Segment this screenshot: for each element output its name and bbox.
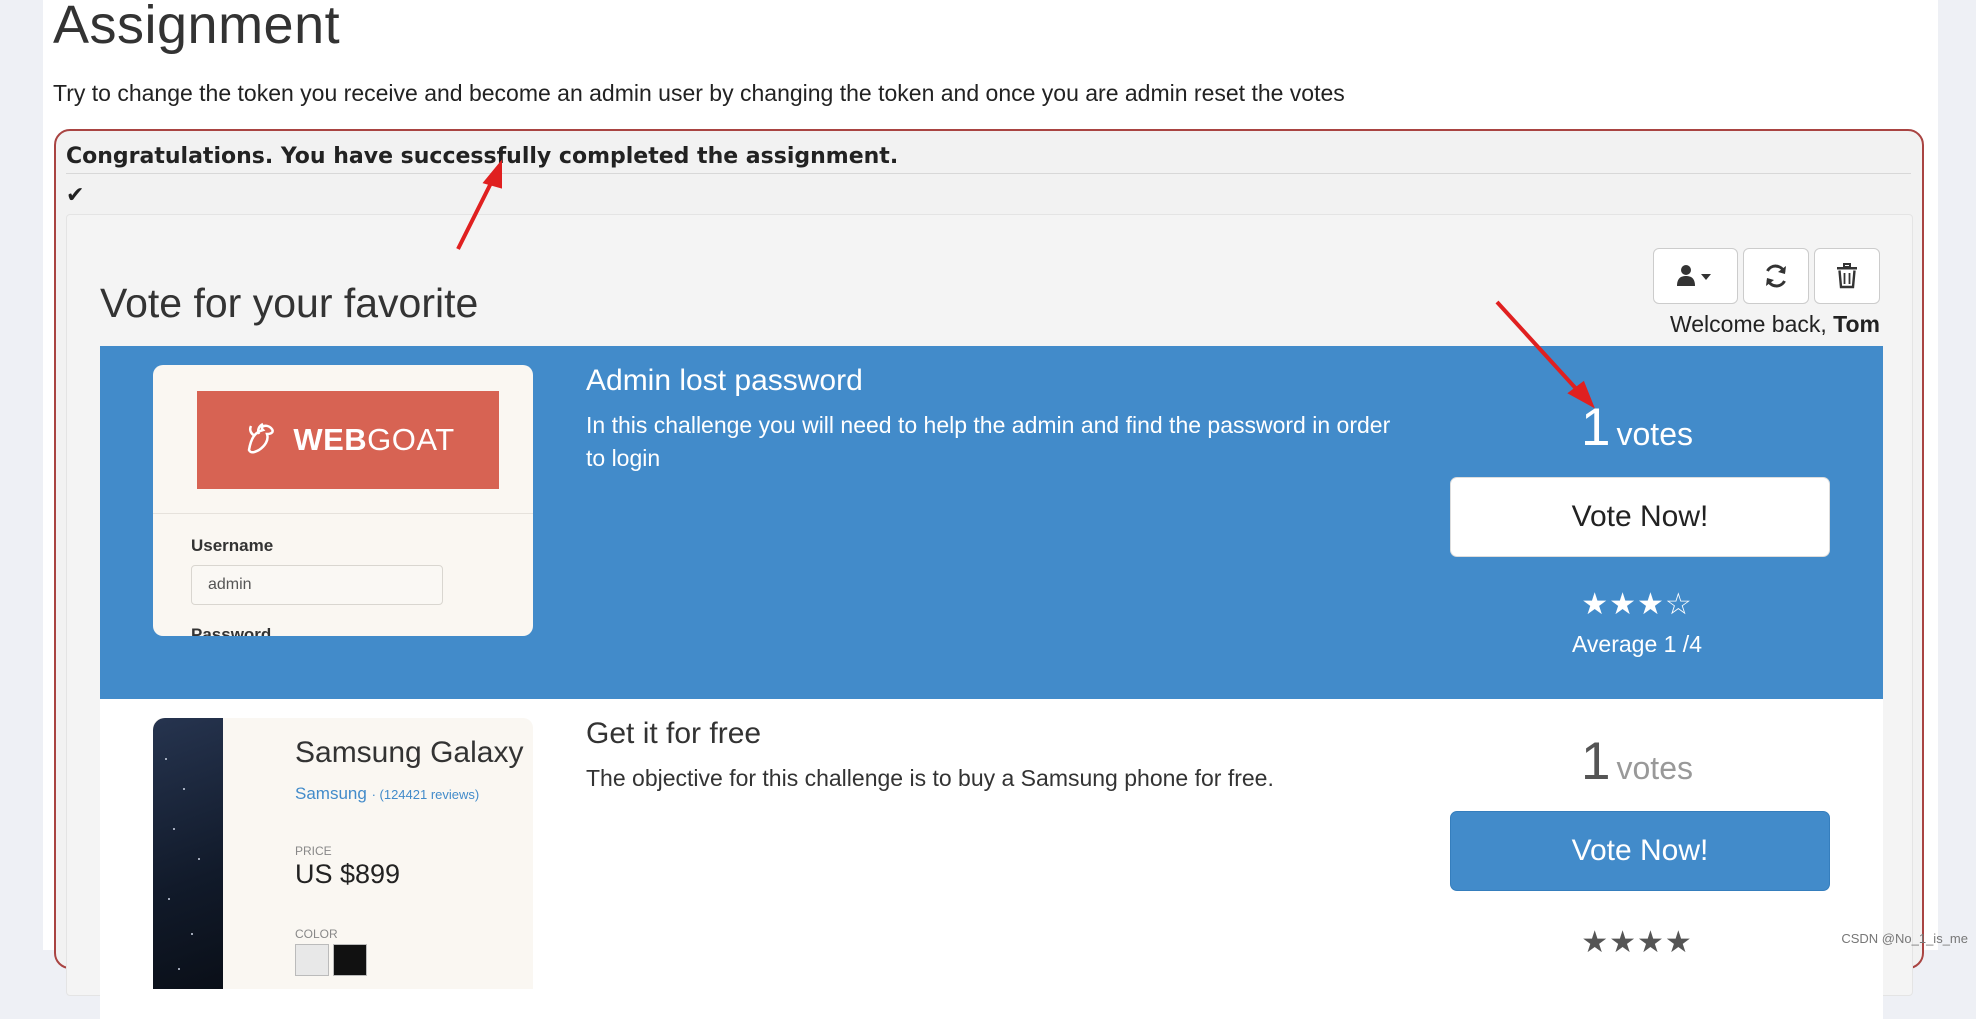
voting-title: Vote for your favorite [100,280,479,326]
challenge-row-admin-lost-password[interactable]: WEB GOAT Username admin Password Admin lo… [100,346,1883,699]
color-label: COLOR [295,927,338,941]
color-swatch-black [333,944,367,976]
product-title: Samsung Galaxy [295,736,524,769]
logo-goat-text: GOAT [367,422,455,457]
vote-now-button[interactable]: Vote Now! [1450,477,1830,557]
attack-container: Congratulations. You have successfully c… [54,129,1924,1019]
price-label: PRICE [295,844,332,858]
star-rating: ★★★★ [1581,926,1693,959]
vote-count-number: 1 [1581,732,1611,791]
challenge-description: In this challenge you will need to help … [586,412,1391,471]
thumb-username-label: Username [191,536,274,555]
refresh-icon [1766,264,1786,288]
webgoat-logo: WEB GOAT [197,391,499,489]
challenge-thumbnail: Samsung Galaxy Samsung · (124421 reviews… [153,718,533,989]
check-icon: ✔ [66,182,85,207]
brand-name: Samsung [295,784,367,803]
refresh-button[interactable] [1743,248,1809,304]
thumb-password-label: Password [191,625,272,636]
assignment-description: Try to change the token you receive and … [53,80,1345,106]
thumb-username-field: admin [191,565,443,605]
color-swatch-silver [295,944,329,976]
star-rating: ★★★☆ [1581,588,1693,621]
vote-count: 1 votes [1447,731,1827,792]
voting-toolbar [1653,248,1880,304]
vote-count-label: votes [1616,750,1693,786]
assignment-title: Assignment [53,0,341,55]
vote-count-number: 1 [1581,398,1611,457]
goat-icon [248,422,275,454]
challenge-title: Get it for free [586,717,762,750]
product-brand: Samsung · (124421 reviews) [295,784,479,804]
logo-web-text: WEB [293,422,368,457]
user-icon [1676,265,1711,286]
page: Assignment Try to change the token you r… [43,0,1938,1019]
challenge-title: Admin lost password [586,364,863,397]
user-name: Tom [1833,311,1880,337]
challenge-thumbnail: WEB GOAT Username admin Password [153,365,533,636]
phone-image [153,718,223,989]
voting-panel: Vote for your favorite Welcome back, Tom… [66,214,1913,1019]
challenge-row-get-it-for-free[interactable]: Samsung Galaxy Samsung · (124421 reviews… [100,699,1883,1019]
challenge-description: The objective for this challenge is to b… [586,765,1274,791]
vote-now-button[interactable]: Vote Now! [1450,811,1830,891]
user-dropdown-button[interactable] [1653,248,1738,304]
vote-count: 1 votes [1447,397,1827,458]
vote-count-label: votes [1616,416,1693,452]
welcome-prefix: Welcome back, [1669,311,1834,337]
product-price: US $899 [295,859,401,889]
welcome-message: Welcome back, Tom [1670,311,1880,338]
delete-votes-button[interactable] [1814,248,1880,304]
feedback-message: Congratulations. You have successfully c… [66,144,1911,174]
average-rating: Average 1 /4 [1571,631,1702,657]
watermark: CSDN @No_1_is_me [1841,931,1968,946]
caret-down-icon [1700,274,1711,280]
review-count: · (124421 reviews) [371,787,480,802]
trash-icon [1837,263,1857,289]
thumb-divider [153,513,533,514]
